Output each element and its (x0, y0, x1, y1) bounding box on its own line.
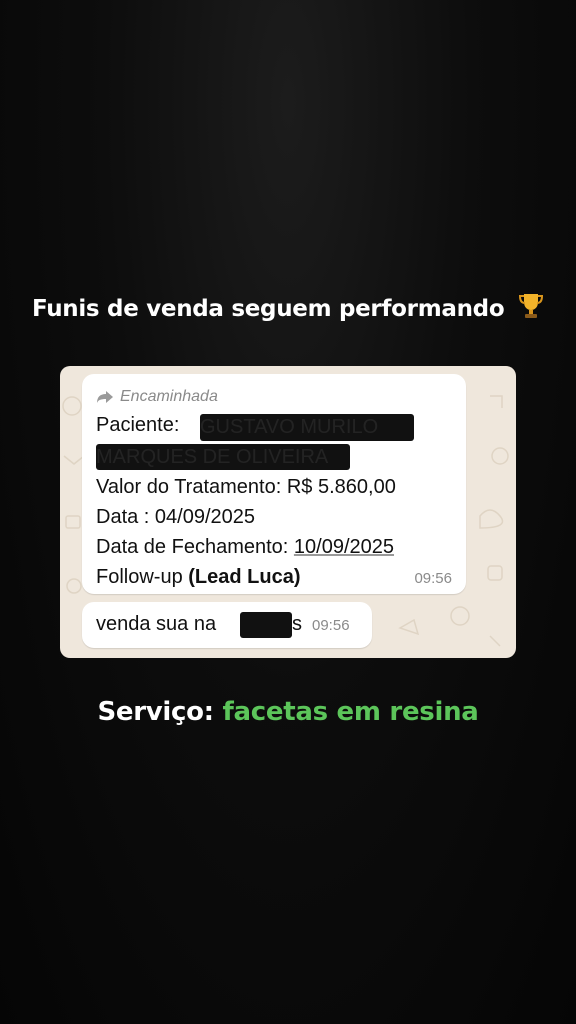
forwarded-message-bubble[interactable]: Encaminhada Paciente: GUSTAVO MURILO MAR… (82, 374, 466, 594)
patient-label: Paciente: (96, 414, 180, 436)
patient-line: Paciente: (96, 414, 179, 437)
forwarded-label: Encaminhada (120, 388, 218, 405)
reply-text: venda sua na (96, 613, 216, 636)
service-label: Serviço: (97, 697, 214, 727)
redacted-patient-name-line2: MARQUES DE OLIVEIRA (96, 444, 350, 470)
chat-screenshot: Encaminhada Paciente: GUSTAVO MURILO MAR… (60, 366, 516, 658)
service-caption: Serviço: facetas em resina (0, 697, 576, 727)
followup-line: Follow-up (Lead Luca) (96, 566, 301, 589)
followup-lead: (Lead Luca) (188, 566, 301, 588)
headline-text: Funis de venda seguem performando (31, 296, 505, 322)
service-value: facetas em resina (222, 697, 479, 727)
reply-message-bubble[interactable]: venda sua na s 09:56 (82, 602, 372, 648)
closing-date-line: Data de Fechamento: 10/09/2025 (96, 536, 394, 559)
reply-text-after: s (292, 613, 302, 635)
closing-date-link[interactable]: 10/09/2025 (294, 536, 394, 558)
followup-label: Follow-up (96, 566, 183, 588)
reply-text-before: venda sua na (96, 613, 217, 635)
closing-label: Data de Fechamento: (96, 536, 289, 558)
message-time: 09:56 (414, 570, 452, 587)
forward-arrow-icon (97, 391, 113, 403)
forwarded-indicator: Encaminhada (96, 388, 218, 406)
headline: Funis de venda seguem performando (0, 292, 576, 326)
redacted-word (240, 612, 292, 638)
treatment-value: Valor do Tratamento: R$ 5.860,00 (96, 476, 396, 498)
trophy-icon (518, 292, 544, 326)
redacted-patient-name-line1: GUSTAVO MURILO (200, 414, 414, 441)
reply-time: 09:56 (312, 617, 350, 634)
date-line: Data : 04/09/2025 (96, 506, 256, 528)
